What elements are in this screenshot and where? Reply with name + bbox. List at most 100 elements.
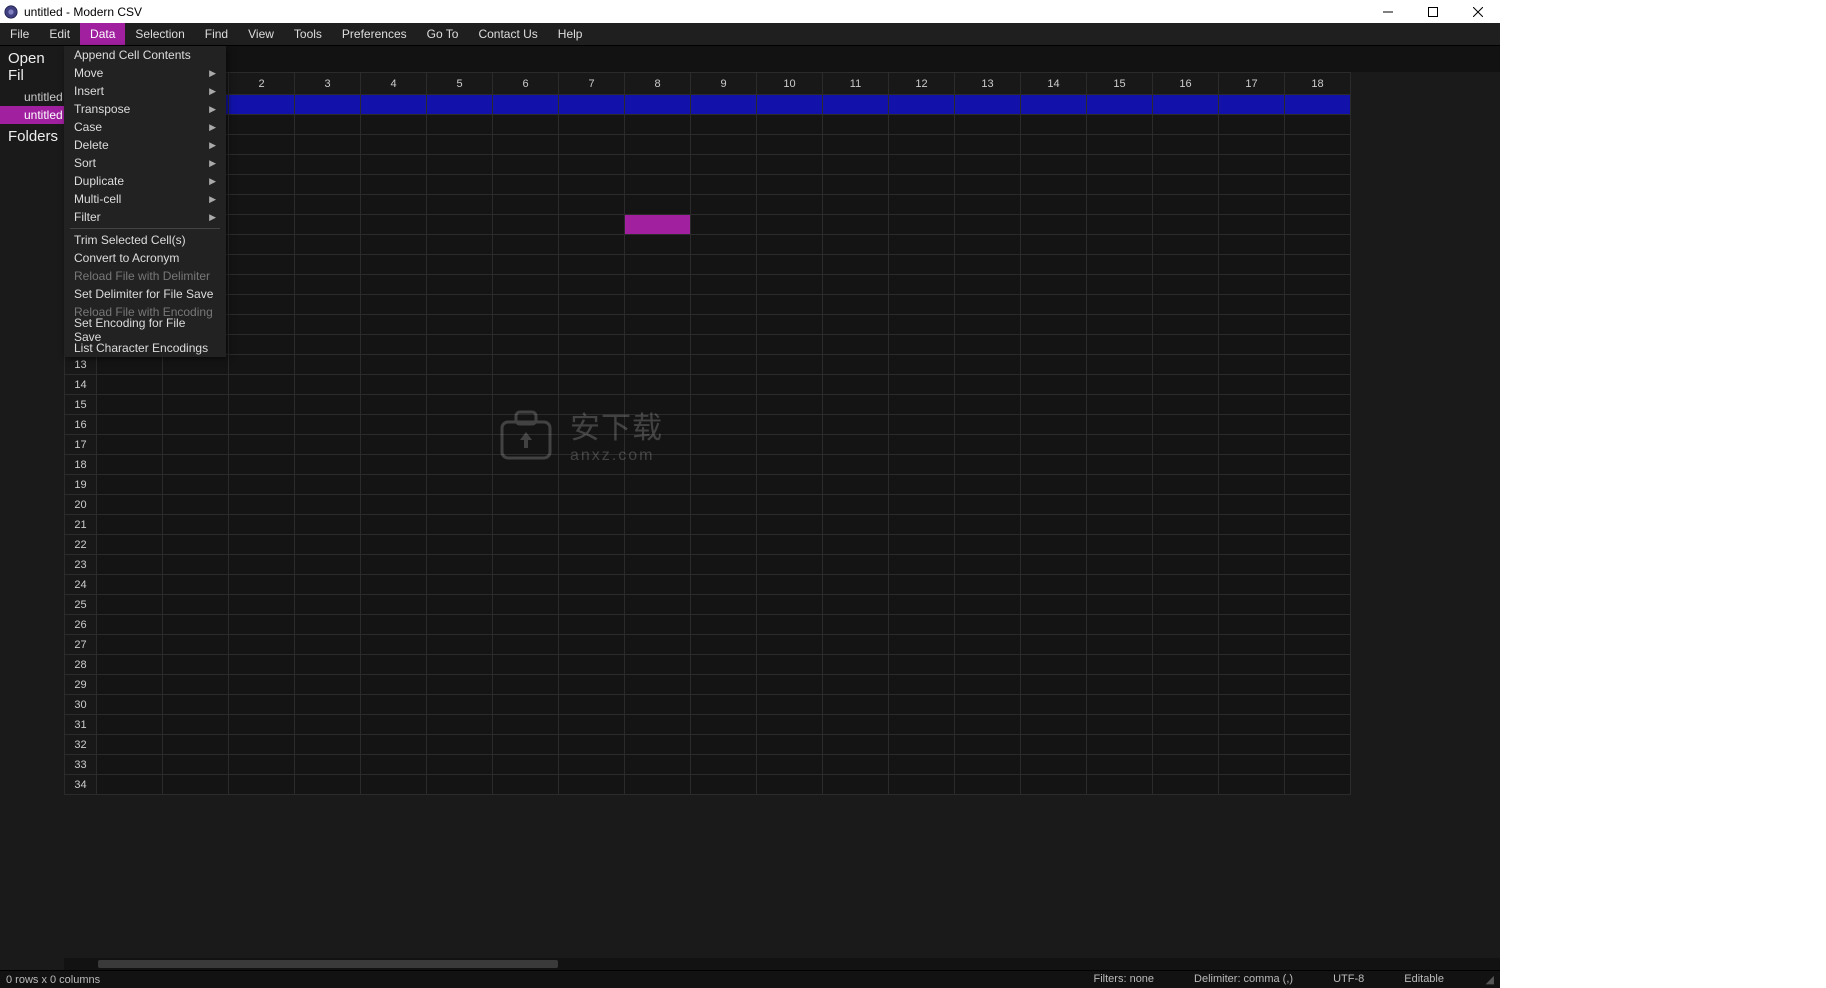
cell[interactable] [1153,555,1219,575]
cell[interactable] [295,295,361,315]
row-header[interactable]: 21 [65,515,97,535]
row-header[interactable]: 23 [65,555,97,575]
cell[interactable] [427,675,493,695]
cell[interactable] [1153,635,1219,655]
cell[interactable] [955,235,1021,255]
cell[interactable] [1285,635,1351,655]
cell[interactable] [1087,615,1153,635]
cell[interactable] [1021,775,1087,795]
cell[interactable] [559,715,625,735]
cell[interactable] [625,175,691,195]
cell[interactable] [757,135,823,155]
cell[interactable] [889,235,955,255]
cell[interactable] [493,375,559,395]
cell[interactable] [1021,175,1087,195]
cell[interactable] [559,195,625,215]
cell[interactable] [757,395,823,415]
cell[interactable] [493,215,559,235]
cell[interactable] [625,395,691,415]
cell[interactable] [1285,135,1351,155]
cell[interactable] [1153,355,1219,375]
cell[interactable] [823,595,889,615]
column-header[interactable]: 9 [691,73,757,95]
cell[interactable] [757,255,823,275]
cell[interactable] [889,195,955,215]
cell[interactable] [361,775,427,795]
menu-find[interactable]: Find [195,23,238,45]
cell[interactable] [1285,455,1351,475]
cell[interactable] [823,295,889,315]
cell[interactable] [955,415,1021,435]
cell[interactable] [889,475,955,495]
cell[interactable] [1087,775,1153,795]
cell[interactable] [1021,615,1087,635]
cell[interactable] [691,355,757,375]
cell[interactable] [229,535,295,555]
cell[interactable] [493,455,559,475]
cell[interactable] [361,475,427,495]
cell[interactable] [625,655,691,675]
column-header[interactable]: 2 [229,73,295,95]
cell[interactable] [691,635,757,655]
cell[interactable] [955,395,1021,415]
cell[interactable] [1285,335,1351,355]
cell[interactable] [1285,715,1351,735]
cell[interactable] [691,775,757,795]
cell[interactable] [97,675,163,695]
cell[interactable] [559,595,625,615]
cell[interactable] [559,375,625,395]
cell[interactable] [1285,175,1351,195]
cell[interactable] [757,735,823,755]
cell[interactable] [1219,335,1285,355]
cell[interactable] [889,435,955,455]
menu-edit[interactable]: Edit [39,23,80,45]
cell[interactable] [1219,95,1285,115]
horizontal-scrollbar[interactable] [64,958,1500,970]
cell[interactable] [1021,595,1087,615]
cell[interactable] [757,755,823,775]
cell[interactable] [823,95,889,115]
cell[interactable] [889,695,955,715]
cell[interactable] [1285,275,1351,295]
cell[interactable] [691,215,757,235]
cell[interactable] [1153,115,1219,135]
cell[interactable] [625,455,691,475]
cell[interactable] [757,215,823,235]
cell[interactable] [1087,635,1153,655]
cell[interactable] [559,675,625,695]
cell[interactable] [229,295,295,315]
cell[interactable] [757,415,823,435]
cell[interactable] [1219,515,1285,535]
cell[interactable] [1153,315,1219,335]
cell[interactable] [1087,155,1153,175]
cell[interactable] [493,595,559,615]
cell[interactable] [889,655,955,675]
cell[interactable] [889,415,955,435]
cell[interactable] [427,215,493,235]
cell[interactable] [1219,735,1285,755]
cell[interactable] [361,415,427,435]
cell[interactable] [691,495,757,515]
cell[interactable] [625,595,691,615]
cell[interactable] [361,115,427,135]
row-header[interactable]: 20 [65,495,97,515]
row-header[interactable]: 32 [65,735,97,755]
cell[interactable] [559,115,625,135]
cell[interactable] [823,655,889,675]
cell[interactable] [1219,295,1285,315]
cell[interactable] [295,415,361,435]
status-encoding[interactable]: UTF-8 [1333,973,1364,986]
cell[interactable] [1219,315,1285,335]
cell[interactable] [427,195,493,215]
cell[interactable] [1153,155,1219,175]
cell[interactable] [361,375,427,395]
cell[interactable] [1153,415,1219,435]
cell[interactable] [427,295,493,315]
cell[interactable] [889,715,955,735]
cell[interactable] [823,415,889,435]
cell[interactable] [295,235,361,255]
cell[interactable] [823,555,889,575]
cell[interactable] [823,455,889,475]
cell[interactable] [625,775,691,795]
cell[interactable] [889,275,955,295]
